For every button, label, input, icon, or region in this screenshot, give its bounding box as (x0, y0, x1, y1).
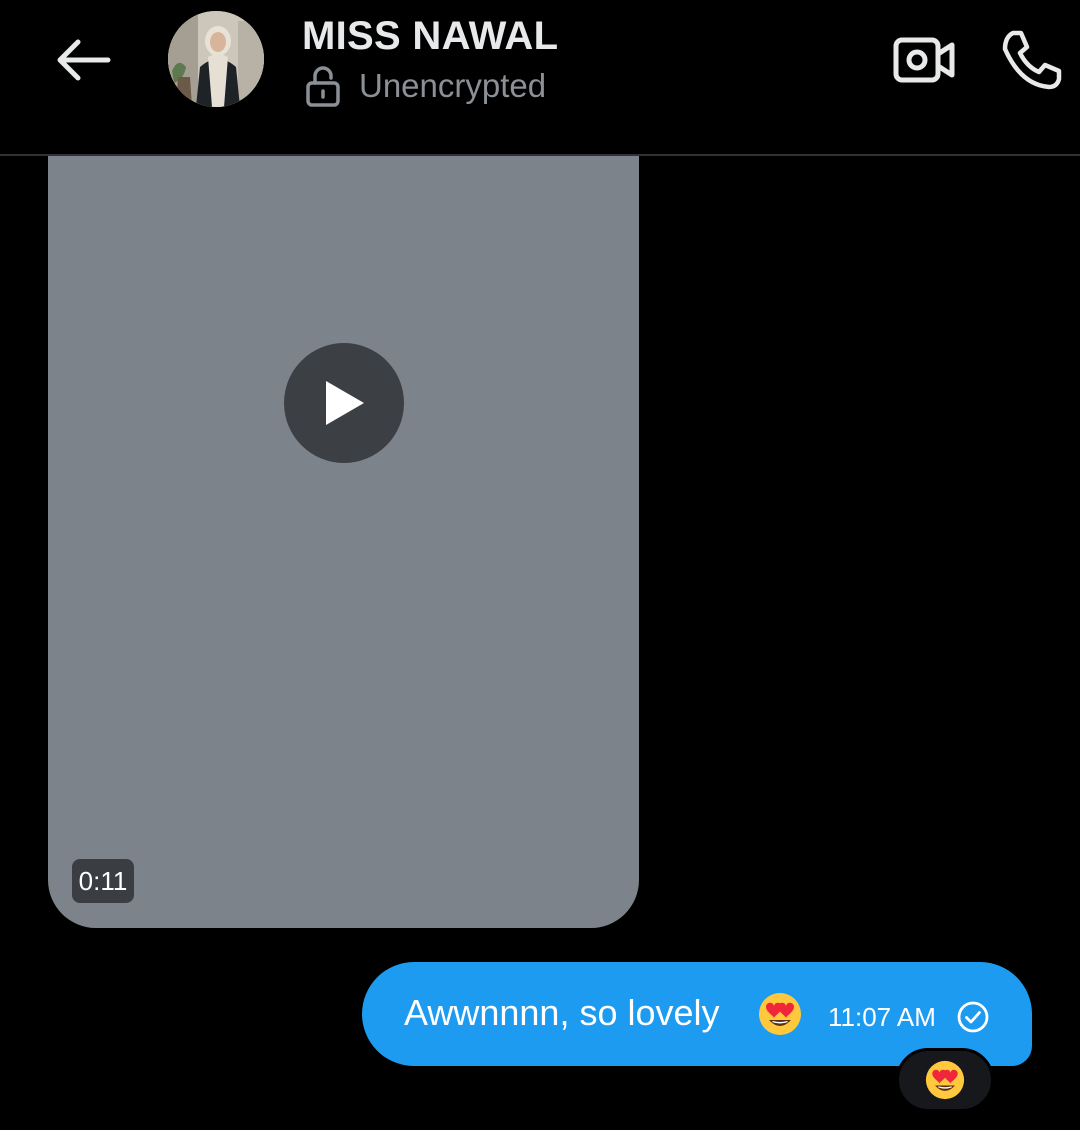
avatar[interactable] (168, 11, 264, 107)
encryption-status[interactable]: Unencrypted (305, 64, 546, 108)
play-button[interactable] (284, 343, 404, 463)
chat-header: MISS NAWAL Unencrypted (0, 0, 1080, 156)
contact-name[interactable]: MISS NAWAL (302, 14, 558, 59)
message-reaction[interactable] (896, 1048, 994, 1112)
video-duration: 0:11 (72, 859, 134, 903)
arrow-left-icon (57, 39, 111, 81)
play-icon (326, 381, 364, 425)
video-call-button[interactable] (890, 30, 958, 90)
back-button[interactable] (52, 30, 116, 90)
sent-check-icon (957, 1001, 989, 1033)
message-timestamp: 11:07 AM (828, 1002, 936, 1032)
message-text: Awwnnnn, so lovely (404, 992, 720, 1033)
avatar-image (168, 11, 264, 107)
phone-icon (1002, 30, 1062, 90)
video-message[interactable]: 0:11 (48, 156, 639, 928)
heart-eyes-emoji (925, 1060, 965, 1100)
heart-eyes-emoji (759, 993, 801, 1035)
voice-call-button[interactable] (996, 24, 1066, 94)
video-camera-icon (893, 37, 955, 83)
unlocked-icon (306, 66, 340, 107)
encryption-label: Unencrypted (359, 67, 547, 104)
